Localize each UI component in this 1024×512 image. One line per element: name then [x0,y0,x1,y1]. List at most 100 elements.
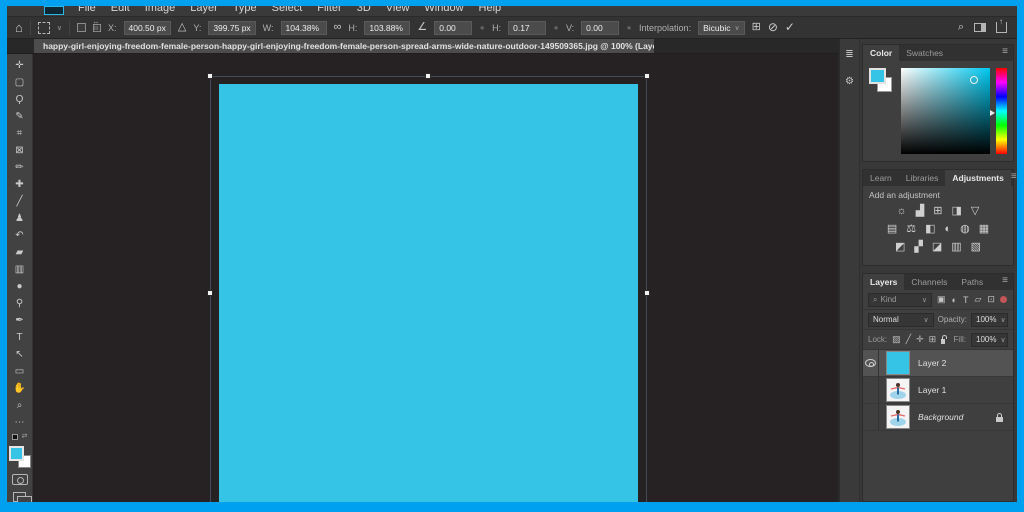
layer-row-background[interactable]: Background [863,403,1013,431]
adj-photo-filter-icon[interactable]: ◐ [945,223,952,235]
menu-file[interactable]: File [78,6,96,16]
crop-tool[interactable]: ⌗ [7,125,32,142]
hue-slider-marker[interactable] [990,110,995,116]
filter-smart-objects-icon[interactable]: ⊡ [987,294,995,305]
filter-shape-layers-icon[interactable]: ▱ [974,294,981,305]
lock-pixels-icon[interactable]: ╱ [906,334,911,345]
healing-brush-tool[interactable]: ✚ [7,176,32,193]
tab-layers[interactable]: Layers [863,274,905,290]
layer-filter-toggle[interactable] [999,296,1007,303]
marquee-tool[interactable]: ▢ [7,74,32,91]
transform-handle-middle-left[interactable] [207,290,213,296]
share-icon[interactable] [996,17,1007,33]
adj-black-white-icon[interactable]: ◧ [925,223,935,235]
visibility-toggle[interactable] [863,349,879,377]
foreground-color-swatch[interactable] [869,68,886,84]
visibility-toggle[interactable] [863,403,879,431]
menu-help[interactable]: Help [479,6,502,16]
transform-handle-middle-right[interactable] [644,290,650,296]
frame-tool[interactable]: ⊠ [7,142,32,159]
lock-transparency-icon[interactable]: ▨ [892,334,901,345]
zoom-tool[interactable]: ⌕ [7,397,32,414]
tab-learn[interactable]: Learn [863,170,899,186]
tab-paths[interactable]: Paths [954,274,990,290]
document-image[interactable] [219,84,638,502]
height-field[interactable]: 103.88% [364,20,411,35]
adj-hue-saturation-icon[interactable]: ▤ [887,223,897,235]
pen-tool[interactable]: ✒ [7,312,32,329]
adj-brightness-contrast-icon[interactable]: ☼ [897,205,907,217]
object-selection-tool[interactable]: ✎ [7,108,32,125]
tab-channels[interactable]: Channels [904,274,954,290]
tab-adjustments[interactable]: Adjustments [945,170,1011,186]
screen-mode-button[interactable] [13,492,32,502]
layer-name[interactable]: Layer 2 [918,358,946,368]
layer-thumbnail[interactable] [886,405,910,429]
path-selection-tool[interactable]: ↖ [7,346,32,363]
gradient-tool[interactable]: ▥ [7,261,32,278]
menu-filter[interactable]: Filter [317,6,341,16]
visibility-toggle[interactable] [863,376,879,404]
menu-image[interactable]: Image [145,6,176,16]
tab-color[interactable]: Color [863,45,900,61]
lasso-tool[interactable]: Ϙ [7,91,32,108]
foreground-background-swatches[interactable] [8,446,31,468]
filter-pixel-layers-icon[interactable]: ▣ [937,294,946,305]
collapsed-panel-icon-2[interactable]: ⚙ [845,76,854,87]
rotation-field[interactable]: 0.00 [434,20,473,35]
blur-tool[interactable]: ● [7,278,32,295]
document-tab[interactable]: happy-girl-enjoying-freedom-female-perso… [34,39,654,53]
move-tool[interactable]: ✛ [7,57,32,74]
fill-dropdown[interactable]: 100% ∨ [971,332,1008,347]
x-position-field[interactable]: 400.50 px [123,20,171,35]
blend-mode-dropdown[interactable]: Normal ∨ [868,312,934,327]
hue-slider[interactable] [990,68,1007,154]
search-icon[interactable]: ⌕ [958,22,964,33]
menu-view[interactable]: View [386,6,410,16]
transform-handle-top-center[interactable] [425,73,431,79]
cancel-transform-icon[interactable]: ⊘ [768,21,778,33]
menu-edit[interactable]: Edit [111,6,130,16]
adj-color-balance-icon[interactable]: ⚖ [906,223,916,235]
eyedropper-tool[interactable]: ✏ [7,159,32,176]
adj-gradient-map-icon[interactable]: ▥ [951,241,961,253]
adj-channel-mixer-icon[interactable]: ◍ [960,223,970,235]
menu-layer[interactable]: Layer [190,6,218,16]
menu-3d[interactable]: 3D [357,6,371,16]
collapsed-panel-icon-1[interactable]: ≣ [845,49,853,60]
hand-tool[interactable]: ✋ [7,380,32,397]
workspace-switcher-icon[interactable] [974,23,986,32]
filter-adjustment-layers-icon[interactable]: ◐ [952,295,957,305]
canvas[interactable] [33,54,838,502]
menu-type[interactable]: Type [233,6,257,16]
interpolation-dropdown[interactable]: Bicubic ∨ [698,20,745,35]
panel-menu-icon[interactable]: ≡ [1011,170,1017,186]
foreground-color-swatch[interactable] [8,446,24,461]
layer-row-layer1[interactable]: Layer 1 [863,376,1013,404]
rectangle-tool[interactable]: ▭ [7,363,32,380]
photoshop-app-icon[interactable] [44,6,64,15]
history-brush-tool[interactable]: ↶ [7,227,32,244]
adj-color-lookup-icon[interactable]: ▦ [979,223,989,235]
commit-transform-icon[interactable]: ✓ [785,21,795,33]
layer-name[interactable]: Background [918,412,963,422]
transform-handle-top-left[interactable] [207,73,213,79]
free-transform-tool-icon[interactable] [37,21,50,34]
clone-stamp-tool[interactable]: ♟ [7,210,32,227]
dodge-tool[interactable]: ⚲ [7,295,32,312]
tab-swatches[interactable]: Swatches [899,45,950,61]
saturation-brightness-field[interactable] [901,68,990,154]
maintain-aspect-ratio-icon[interactable]: ∞ [334,22,342,33]
panel-menu-icon[interactable]: ≡ [1002,274,1013,290]
reference-point-checkbox[interactable] [76,23,86,32]
adj-threshold-icon[interactable]: ◪ [932,241,942,253]
panel-menu-icon[interactable]: ≡ [1002,45,1013,61]
lock-artboard-icon[interactable]: ⊞ [929,334,937,345]
delta-icon[interactable]: △ [178,22,186,33]
type-tool[interactable]: T [7,329,32,346]
chevron-down-icon[interactable]: ∨ [57,24,62,32]
opacity-dropdown[interactable]: 100% ∨ [971,312,1008,327]
adj-exposure-icon[interactable]: ◨ [951,205,961,217]
quick-mask-mode-button[interactable] [11,474,28,485]
lock-position-icon[interactable]: ✛ [916,334,924,345]
